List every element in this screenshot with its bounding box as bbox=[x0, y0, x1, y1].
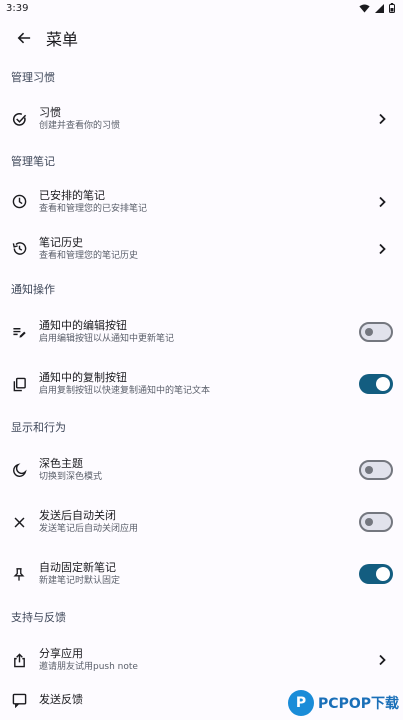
item-subtitle: 创建并查看你的习惯 bbox=[39, 121, 121, 131]
check-circle-icon bbox=[11, 111, 27, 127]
item-title: 通知中的编辑按钮 bbox=[39, 319, 127, 332]
auto-pin-switch[interactable] bbox=[359, 564, 393, 584]
copy-icon bbox=[11, 376, 27, 392]
share-icon bbox=[11, 652, 27, 668]
item-subtitle: 切换到深色模式 bbox=[39, 472, 103, 482]
close-icon bbox=[11, 514, 27, 530]
menu-item-auto-close-toggle[interactable]: 发送后自动关闭 发送笔记后自动关闭应用 bbox=[0, 496, 403, 548]
status-icons bbox=[359, 3, 395, 13]
menu-item-auto-pin-toggle[interactable]: 自动固定新笔记 新建笔记时默认固定 bbox=[0, 548, 403, 600]
section-header-display: 显示和行为 bbox=[11, 421, 66, 434]
watermark-text: PCPOP下载 bbox=[318, 696, 399, 712]
battery-icon bbox=[389, 3, 395, 13]
menu-item-copy-button-toggle[interactable]: 通知中的复制按钮 启用复制按钮以快速复制通知中的笔记文本 bbox=[0, 358, 403, 410]
chevron-right-icon bbox=[375, 653, 389, 667]
section-header-notification: 通知操作 bbox=[11, 283, 55, 296]
section-header-notes: 管理笔记 bbox=[11, 155, 55, 168]
switch-knob bbox=[376, 377, 390, 391]
pin-icon bbox=[11, 566, 27, 582]
menu-item-dark-theme-toggle[interactable]: 深色主题 切换到深色模式 bbox=[0, 444, 403, 496]
clock-icon bbox=[11, 194, 27, 210]
item-title: 已安排的笔记 bbox=[39, 188, 105, 202]
section-header-support: 支持与反馈 bbox=[11, 611, 66, 624]
signal-icon bbox=[375, 3, 384, 13]
chevron-right-icon bbox=[375, 242, 389, 256]
status-time: 3:39 bbox=[6, 2, 29, 14]
item-subtitle: 查看和管理您的笔记历史 bbox=[39, 250, 139, 261]
switch-knob bbox=[365, 328, 373, 336]
back-button[interactable] bbox=[8, 22, 40, 54]
copy-button-switch[interactable] bbox=[359, 374, 393, 394]
item-subtitle: 邀请朋友试用push note bbox=[39, 662, 138, 672]
menu-item-habits[interactable]: 习惯 创建并查看你的习惯 bbox=[0, 94, 403, 144]
watermark: P PCPOP下载 bbox=[288, 690, 399, 716]
chevron-right-icon bbox=[375, 195, 389, 209]
history-icon bbox=[11, 241, 27, 257]
app-bar: 菜单 bbox=[0, 16, 403, 60]
item-subtitle: 新建笔记时默认固定 bbox=[39, 576, 121, 586]
arrow-back-icon bbox=[17, 32, 31, 44]
menu-item-note-history[interactable]: 笔记历史 查看和管理您的笔记历史 bbox=[0, 225, 403, 272]
menu-item-edit-button-toggle[interactable]: 通知中的编辑按钮 启用编辑按钮以从通知中更新笔记 bbox=[0, 306, 403, 358]
switch-knob bbox=[365, 466, 373, 474]
moon-icon bbox=[11, 462, 27, 478]
switch-knob bbox=[376, 567, 390, 581]
item-title: 笔记历史 bbox=[39, 235, 83, 249]
item-title: 发送后自动关闭 bbox=[39, 509, 116, 522]
auto-close-switch[interactable] bbox=[359, 512, 393, 532]
switch-knob bbox=[365, 518, 373, 526]
feedback-icon bbox=[11, 692, 27, 708]
item-title: 分享应用 bbox=[39, 647, 83, 660]
item-title: 深色主题 bbox=[39, 457, 83, 470]
item-title: 自动固定新笔记 bbox=[39, 561, 116, 574]
item-subtitle: 启用编辑按钮以从通知中更新笔记 bbox=[39, 334, 175, 344]
item-title: 习惯 bbox=[39, 106, 61, 119]
item-subtitle: 查看和管理您的已安排笔记 bbox=[39, 203, 148, 214]
edit-note-icon bbox=[11, 324, 27, 340]
menu-item-share-app[interactable]: 分享应用 邀请朋友试用push note bbox=[0, 634, 403, 686]
item-title: 通知中的复制按钮 bbox=[39, 371, 127, 384]
chevron-right-icon bbox=[375, 112, 389, 126]
wifi-icon bbox=[359, 3, 370, 13]
item-subtitle: 发送笔记后自动关闭应用 bbox=[39, 524, 139, 534]
dark-theme-switch[interactable] bbox=[359, 460, 393, 480]
section-header-habits: 管理习惯 bbox=[11, 71, 55, 84]
item-subtitle: 启用复制按钮以快速复制通知中的笔记文本 bbox=[39, 386, 211, 396]
status-bar: 3:39 bbox=[0, 0, 403, 16]
page-title: 菜单 bbox=[46, 30, 79, 49]
edit-button-switch[interactable] bbox=[359, 322, 393, 342]
watermark-logo: P bbox=[288, 690, 315, 716]
menu-item-scheduled-notes[interactable]: 已安排的笔记 查看和管理您的已安排笔记 bbox=[0, 178, 403, 225]
